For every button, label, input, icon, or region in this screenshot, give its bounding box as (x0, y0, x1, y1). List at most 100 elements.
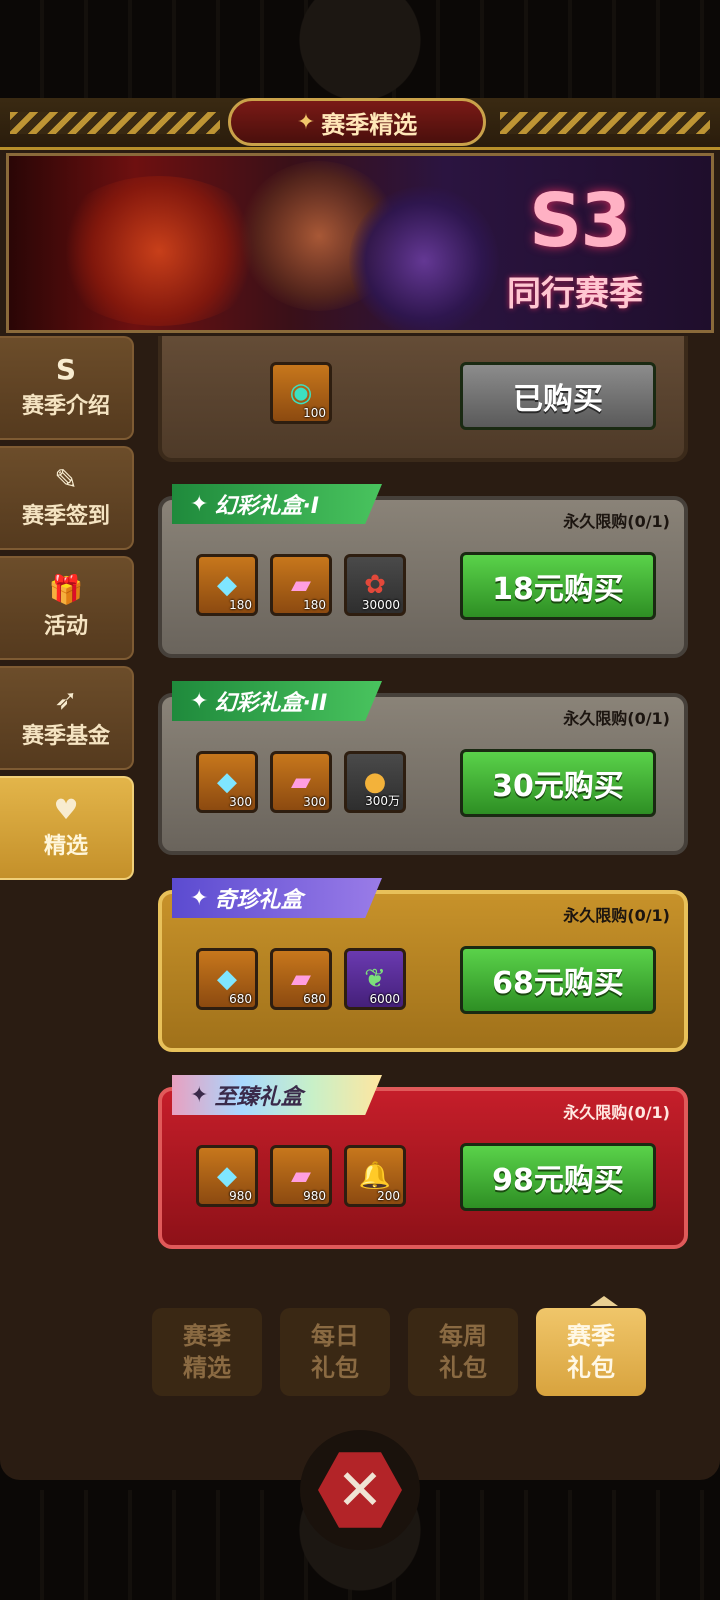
zigzag-decoration-right (500, 112, 710, 134)
package-card-rainbow-2: ✦ 幻彩礼盒·II 永久限购(0/1) ◆ 300 ▰ 300 ● 300万 3… (158, 681, 688, 855)
item-quantity: 100 (303, 406, 326, 420)
card-icon: ▰ (291, 767, 311, 797)
sidebar: S 赛季介绍 ✎ 赛季签到 🎁 活动 ➶ 赛季基金 ♥ 精选 (0, 336, 140, 886)
item-quantity: 980 (229, 1189, 252, 1203)
tab-season-featured[interactable]: 赛季 精选 (152, 1308, 262, 1396)
sparkle-icon: ✦ (190, 1082, 209, 1108)
package-name: 至臻礼盒 (214, 1085, 303, 1110)
sidebar-item-season-fund[interactable]: ➶ 赛季基金 (0, 666, 134, 770)
package-name-tag: ✦ 奇珍礼盒 (172, 878, 382, 918)
item-quantity: 300 (229, 795, 252, 809)
tab-season-pack[interactable]: 赛季 礼包 (536, 1308, 646, 1396)
flower-icon: ✿ (364, 570, 386, 600)
sidebar-item-featured[interactable]: ♥ 精选 (0, 776, 134, 880)
sidebar-item-label: 活动 (43, 614, 88, 639)
package-card-rainbow-1: ✦ 幻彩礼盒·I 永久限购(0/1) ◆ 180 ▰ 180 ✿ 30000 1… (158, 484, 688, 658)
package-card-rare: ✦ 奇珍礼盒 永久限购(0/1) ◆ 680 ▰ 680 ❦ 6000 68元购… (158, 878, 688, 1052)
token-item[interactable]: ◉ 100 (270, 362, 332, 424)
leaf-item[interactable]: ❦ 6000 (344, 948, 406, 1010)
card-item[interactable]: ▰ 680 (270, 948, 332, 1010)
purchased-button[interactable]: 已购买 (460, 362, 656, 430)
item-quantity: 680 (229, 992, 252, 1006)
buy-button-30[interactable]: 30元购买 (460, 749, 656, 817)
purchase-limit: 永久限购(0/1) (563, 709, 670, 728)
bell-icon: 🔔 (358, 1161, 392, 1191)
package-items: ◆ 980 ▰ 980 🔔 200 (196, 1145, 406, 1207)
coin-item[interactable]: ● 300万 (344, 751, 406, 813)
quill-icon: ✎ (54, 463, 78, 496)
sparkle-icon: ✦ (190, 688, 209, 714)
gift-icon: 🎁 (48, 573, 84, 606)
item-quantity: 180 (229, 598, 252, 612)
card-item[interactable]: ▰ 300 (270, 751, 332, 813)
package-items: ◆ 180 ▰ 180 ✿ 30000 (196, 554, 406, 616)
background-ornament-top (0, 0, 720, 110)
package-items: ◆ 300 ▰ 300 ● 300万 (196, 751, 406, 813)
package-list[interactable]: ◉ 100 已购买 ✦ 幻彩礼盒·I 永久限购(0/1) ◆ 180 ▰ 180… (140, 336, 720, 1266)
bell-item[interactable]: 🔔 200 (344, 1145, 406, 1207)
package-name-tag: ✦ 幻彩礼盒·I (172, 484, 382, 524)
item-quantity: 980 (303, 1189, 326, 1203)
package-items: ◉ 100 (270, 362, 332, 424)
sparkle-icon: ✦ (296, 109, 316, 135)
gem-item[interactable]: ◆ 980 (196, 1145, 258, 1207)
item-quantity: 300万 (365, 794, 400, 808)
gem-item[interactable]: ◆ 180 (196, 554, 258, 616)
sidebar-item-season-intro[interactable]: S 赛季介绍 (0, 336, 134, 440)
page-title-text: 赛季精选 (321, 110, 418, 139)
card-item[interactable]: ▰ 980 (270, 1145, 332, 1207)
sidebar-item-season-checkin[interactable]: ✎ 赛季签到 (0, 446, 134, 550)
buy-button-68[interactable]: 68元购买 (460, 946, 656, 1014)
package-card-supreme: ✦ 至臻礼盒 永久限购(0/1) ◆ 980 ▰ 980 🔔 200 98元购买 (158, 1075, 688, 1249)
season-name: 同行赛季 (507, 274, 643, 314)
card-icon: ▰ (291, 570, 311, 600)
package-name-tag: ✦ 至臻礼盒 (172, 1075, 382, 1115)
banner-art-shadow (349, 186, 499, 330)
item-quantity: 200 (377, 1189, 400, 1203)
active-tab-indicator (590, 1296, 618, 1306)
sidebar-item-label: 精选 (43, 834, 88, 859)
card-item[interactable]: ▰ 180 (270, 554, 332, 616)
gem-icon: ◆ (217, 1161, 237, 1191)
gem-item[interactable]: ◆ 680 (196, 948, 258, 1010)
flower-item[interactable]: ✿ 30000 (344, 554, 406, 616)
tab-daily-pack[interactable]: 每日 礼包 (280, 1308, 390, 1396)
package-name-tag: ✦ 幻彩礼盒·II (172, 681, 382, 721)
purchase-limit: 永久限购(0/1) (563, 512, 670, 531)
purchase-limit: 永久限购(0/1) (563, 1103, 670, 1122)
item-quantity: 6000 (369, 992, 400, 1006)
wing-icon: ➶ (54, 683, 78, 716)
gem-icon: ◆ (217, 570, 237, 600)
gem-icon: ◆ (217, 767, 237, 797)
buy-button-98[interactable]: 98元购买 (460, 1143, 656, 1211)
card-icon: ▰ (291, 1161, 311, 1191)
close-button[interactable]: ✕ (300, 1430, 420, 1550)
package-name: 幻彩礼盒·I (214, 494, 319, 519)
item-quantity: 30000 (361, 598, 400, 612)
sidebar-item-label: 赛季介绍 (21, 394, 110, 419)
bottom-tabs: 赛季 精选 每日 礼包 每周 礼包 赛季 礼包 (152, 1308, 646, 1396)
banner-art-fire (49, 176, 269, 326)
sidebar-item-label: 赛季基金 (21, 724, 110, 749)
gem-icon: ◆ (217, 964, 237, 994)
package-items: ◆ 680 ▰ 680 ❦ 6000 (196, 948, 406, 1010)
sparkle-icon: ✦ (190, 491, 209, 517)
page-title: ✦ 赛季精选 (228, 98, 486, 146)
gem-item[interactable]: ◆ 300 (196, 751, 258, 813)
zigzag-decoration-left (10, 112, 220, 134)
package-card-purchased: ◉ 100 已购买 (158, 336, 688, 462)
item-quantity: 300 (303, 795, 326, 809)
tab-weekly-pack[interactable]: 每周 礼包 (408, 1308, 518, 1396)
leaf-icon: ❦ (364, 964, 386, 994)
sidebar-item-events[interactable]: 🎁 活动 (0, 556, 134, 660)
package-name: 幻彩礼盒·II (214, 691, 328, 716)
package-name: 奇珍礼盒 (214, 888, 303, 913)
sparkle-icon: ✦ (190, 885, 209, 911)
s-badge-icon: S (55, 353, 77, 386)
item-quantity: 180 (303, 598, 326, 612)
buy-button-18[interactable]: 18元购买 (460, 552, 656, 620)
purchase-limit: 永久限购(0/1) (563, 906, 670, 925)
sidebar-item-label: 赛季签到 (21, 504, 110, 529)
token-icon: ◉ (289, 378, 313, 408)
close-icon: ✕ (318, 1452, 402, 1528)
